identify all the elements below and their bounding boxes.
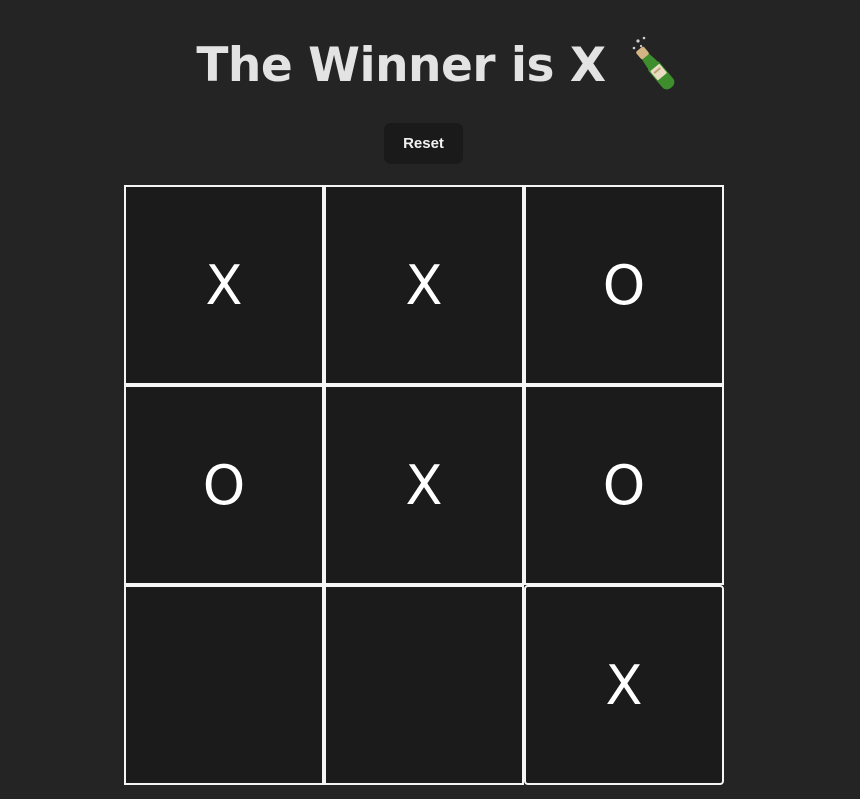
board-cell-6[interactable]: O: [524, 385, 724, 585]
board-cell-4[interactable]: O: [124, 385, 324, 585]
game-page: The Winner is X Reset X X O O X O X: [0, 0, 860, 799]
header: The Winner is X: [0, 30, 860, 100]
winner-title: The Winner is X: [196, 37, 606, 93]
board-cell-1[interactable]: X: [124, 185, 324, 385]
board-cell-9[interactable]: X: [524, 585, 724, 785]
game-board: X X O O X O X: [124, 185, 724, 785]
board-cell-8[interactable]: [324, 585, 524, 785]
board-cell-7[interactable]: [124, 585, 324, 785]
champagne-bottle-icon: [628, 35, 684, 95]
board-cell-3[interactable]: O: [524, 185, 724, 385]
board-cell-5[interactable]: X: [324, 385, 524, 585]
board-cell-2[interactable]: X: [324, 185, 524, 385]
reset-button[interactable]: Reset: [384, 123, 463, 164]
